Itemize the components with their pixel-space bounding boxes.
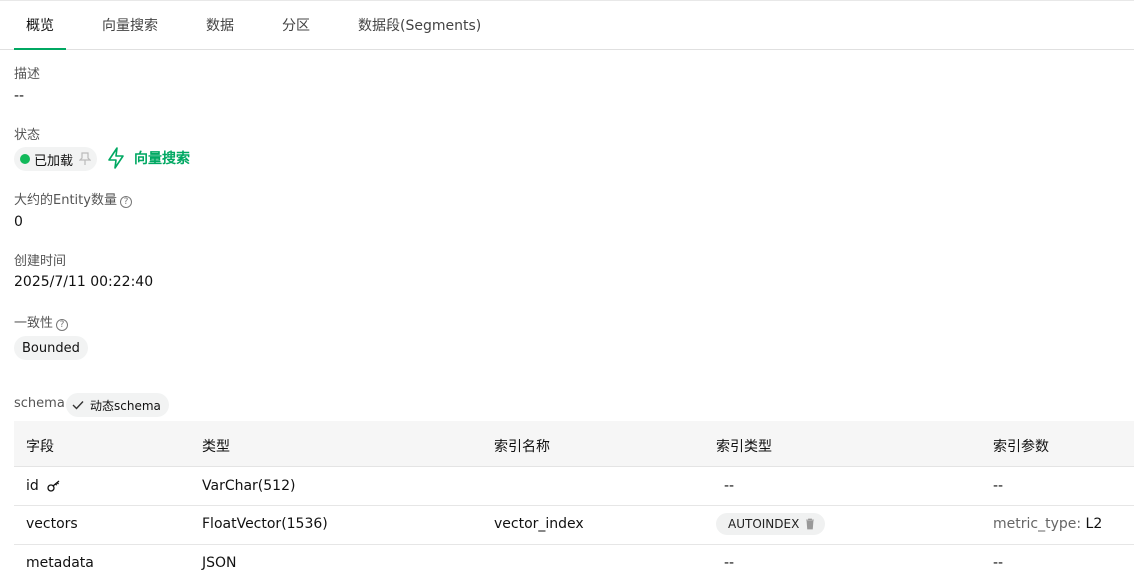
table-header: 字段 类型 索引名称 索引类型 索引参数	[14, 421, 1134, 467]
table-row: id VarChar(512) -- --	[14, 467, 1134, 506]
index-type-badge: AUTOINDEX	[716, 513, 826, 535]
help-circle-icon[interactable]: ?	[56, 319, 69, 331]
index-params: --	[993, 478, 1004, 494]
description-label: 描述	[14, 67, 41, 82]
dynamic-schema-badge: 动态schema	[66, 393, 169, 417]
field-name-text: id	[26, 478, 39, 494]
created-time-value: 2025/7/11 00:22:40	[14, 274, 154, 290]
index-params: --	[993, 555, 1004, 571]
index-type: --	[724, 555, 735, 571]
column-header-type: 类型	[202, 439, 230, 455]
primary-key-icon	[47, 480, 61, 492]
tab-overview[interactable]: 概览	[26, 15, 54, 35]
description-value: --	[14, 88, 25, 104]
table-row: metadata JSON -- --	[14, 545, 1134, 581]
vector-search-link-label: 向量搜索	[134, 151, 190, 167]
field-type: JSON	[202, 555, 237, 571]
index-param-key: metric_type:	[993, 516, 1082, 532]
consistency-label-text: 一致性	[14, 316, 54, 331]
field-name: vectors	[26, 516, 78, 532]
vector-search-link[interactable]: 向量搜索	[106, 147, 190, 169]
column-header-field: 字段	[26, 439, 54, 455]
schema-label: schema	[14, 396, 65, 411]
tab-data[interactable]: 数据	[206, 15, 234, 35]
field-type: VarChar(512)	[202, 478, 296, 494]
field-name: id	[26, 478, 61, 494]
field-name: metadata	[26, 555, 94, 571]
delete-icon[interactable]	[805, 518, 815, 530]
help-circle-icon[interactable]: ?	[119, 196, 132, 208]
consistency-badge: Bounded	[14, 336, 88, 360]
column-header-index-name: 索引名称	[494, 439, 550, 455]
status-label: 状态	[14, 128, 41, 143]
lightning-icon	[106, 147, 126, 169]
active-tab-indicator	[14, 48, 66, 50]
tab-bar: 概览 向量搜索 数据 分区 数据段(Segments)	[0, 0, 1134, 50]
created-time-label: 创建时间	[14, 254, 67, 269]
entity-count-label: 大约的Entity数量?	[14, 189, 132, 208]
field-type: FloatVector(1536)	[202, 516, 328, 532]
index-param-value: L2	[1085, 516, 1103, 532]
index-type: --	[724, 478, 735, 494]
status-dot	[20, 154, 30, 164]
entity-count-label-text: 大约的Entity数量	[14, 193, 117, 208]
index-name: vector_index	[494, 516, 584, 532]
status-badge: 已加载	[14, 147, 98, 171]
tab-partitions[interactable]: 分区	[282, 15, 310, 35]
consistency-label: 一致性?	[14, 312, 69, 331]
tab-segments[interactable]: 数据段(Segments)	[358, 15, 481, 35]
status-value: 已加载	[34, 153, 74, 169]
check-icon	[72, 400, 84, 410]
release-icon[interactable]	[79, 152, 92, 166]
consistency-value: Bounded	[22, 340, 80, 356]
table-row: vectors FloatVector(1536) vector_index A…	[14, 504, 1134, 545]
index-params: metric_type: L2	[993, 516, 1102, 532]
tab-vector-search[interactable]: 向量搜索	[102, 15, 158, 35]
column-header-index-params: 索引参数	[993, 439, 1049, 455]
entity-count-value: 0	[14, 214, 23, 230]
column-header-index-type: 索引类型	[716, 439, 772, 455]
dynamic-schema-label: 动态schema	[90, 398, 161, 413]
index-type: AUTOINDEX	[728, 517, 800, 531]
